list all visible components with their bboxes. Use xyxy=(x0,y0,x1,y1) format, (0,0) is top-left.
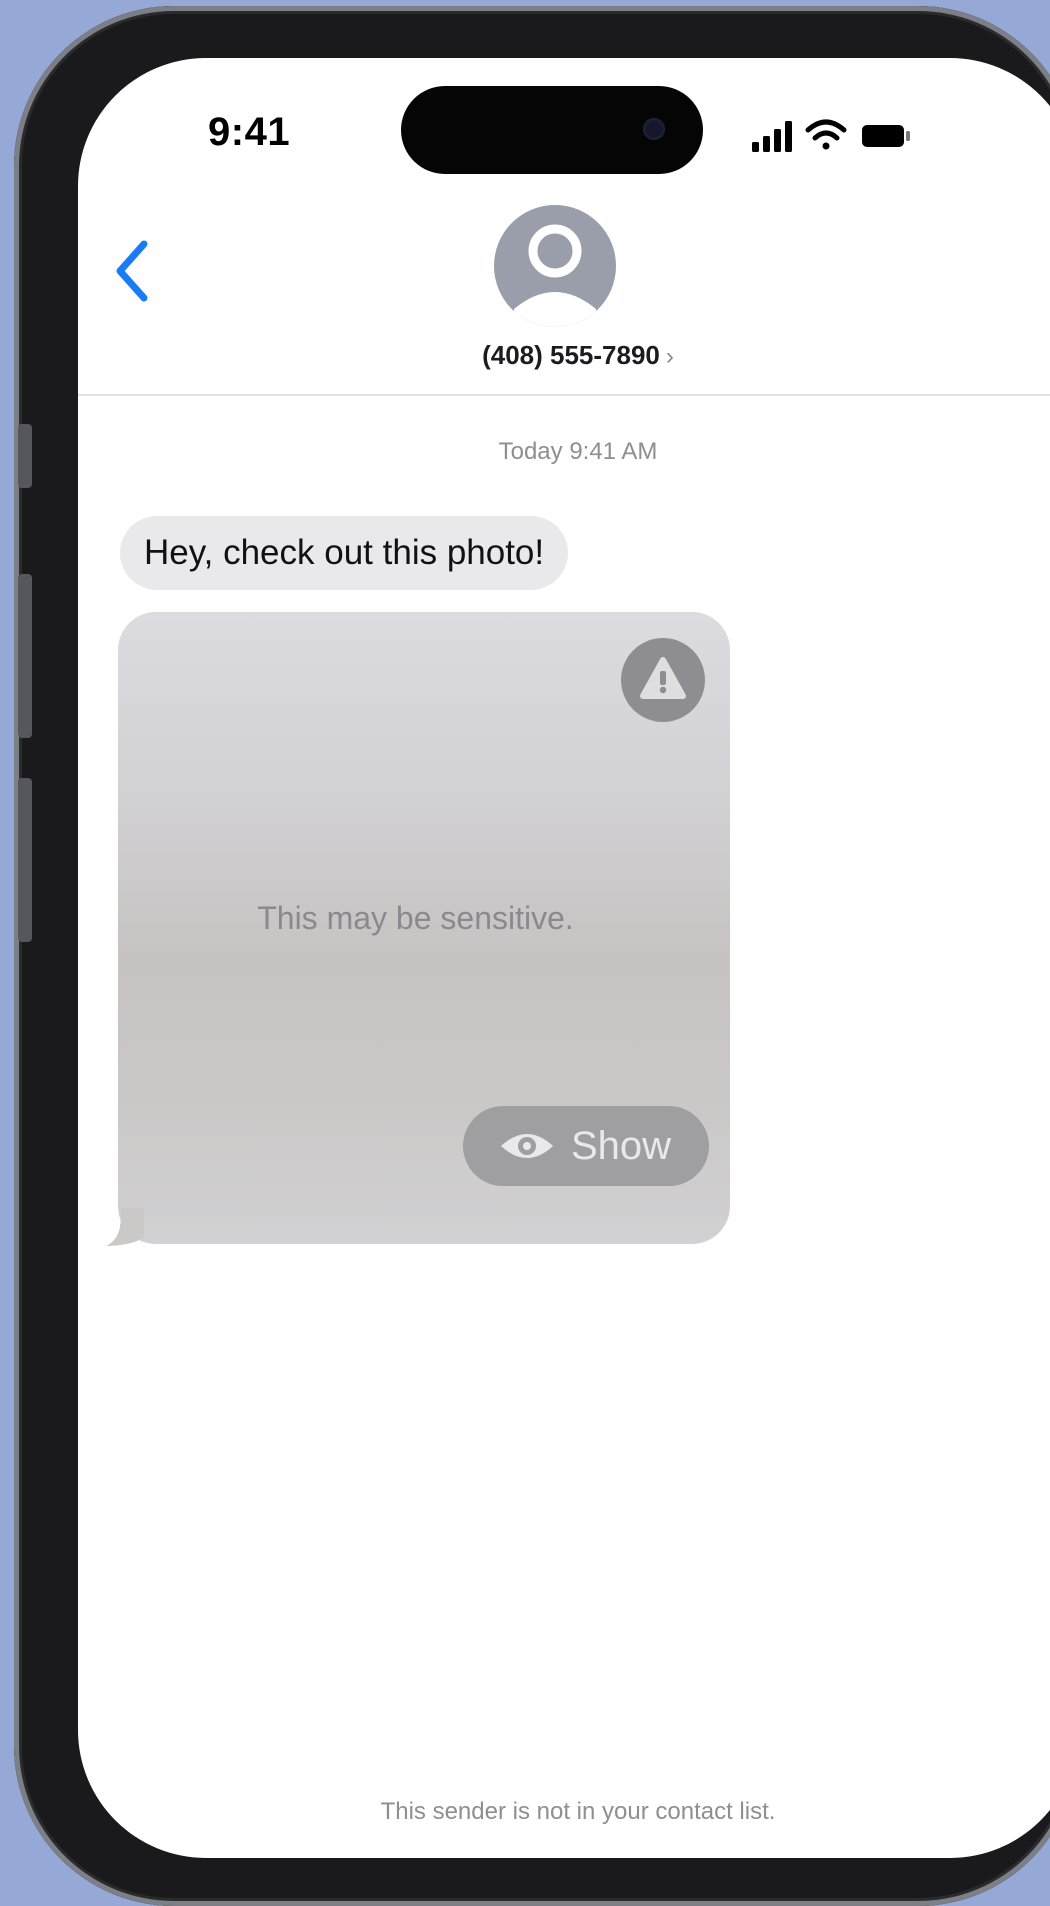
unknown-sender-notice: This sender is not in your contact list. xyxy=(380,1798,776,1825)
bubble-tail xyxy=(106,1208,144,1246)
back-button[interactable] xyxy=(108,236,158,306)
sensitive-notice: This may be sensitive. xyxy=(257,900,574,936)
chevron-left-icon xyxy=(116,240,148,302)
message-timestamp: Today 9:41 AM xyxy=(498,438,658,465)
show-button-label: Show xyxy=(571,1124,672,1168)
person-icon xyxy=(514,224,596,327)
phone-frame: 9:41 (408) 555-7890 › Today 9:41 AM Hey,… xyxy=(14,6,1050,1906)
cellular-signal-icon xyxy=(752,121,792,152)
exclamation-triangle-icon xyxy=(640,657,686,699)
contact-number: (408) 555-7890 xyxy=(482,340,660,370)
status-time: 9:41 xyxy=(208,110,291,154)
sensitive-photo-bubble[interactable]: This may be sensitive. Show xyxy=(118,612,730,1244)
front-camera xyxy=(643,118,665,140)
action-button xyxy=(18,424,32,488)
battery-icon xyxy=(862,125,910,147)
contact-name-button[interactable]: (408) 555-7890 › xyxy=(78,340,1050,371)
status-icons xyxy=(750,116,950,156)
messages-screen: 9:41 (408) 555-7890 › Today 9:41 AM Hey,… xyxy=(78,58,1050,1858)
show-button[interactable]: Show xyxy=(463,1106,709,1186)
wifi-icon xyxy=(805,119,847,150)
volume-up-button xyxy=(18,574,32,738)
chevron-right-icon: › xyxy=(665,343,674,370)
volume-down-button xyxy=(18,778,32,942)
dynamic-island xyxy=(401,86,703,174)
eye-icon xyxy=(501,1134,553,1158)
contact-avatar[interactable] xyxy=(494,205,616,327)
warning-badge[interactable] xyxy=(621,638,705,722)
incoming-message-bubble[interactable]: Hey, check out this photo! xyxy=(120,516,569,590)
header-divider xyxy=(78,394,1050,396)
